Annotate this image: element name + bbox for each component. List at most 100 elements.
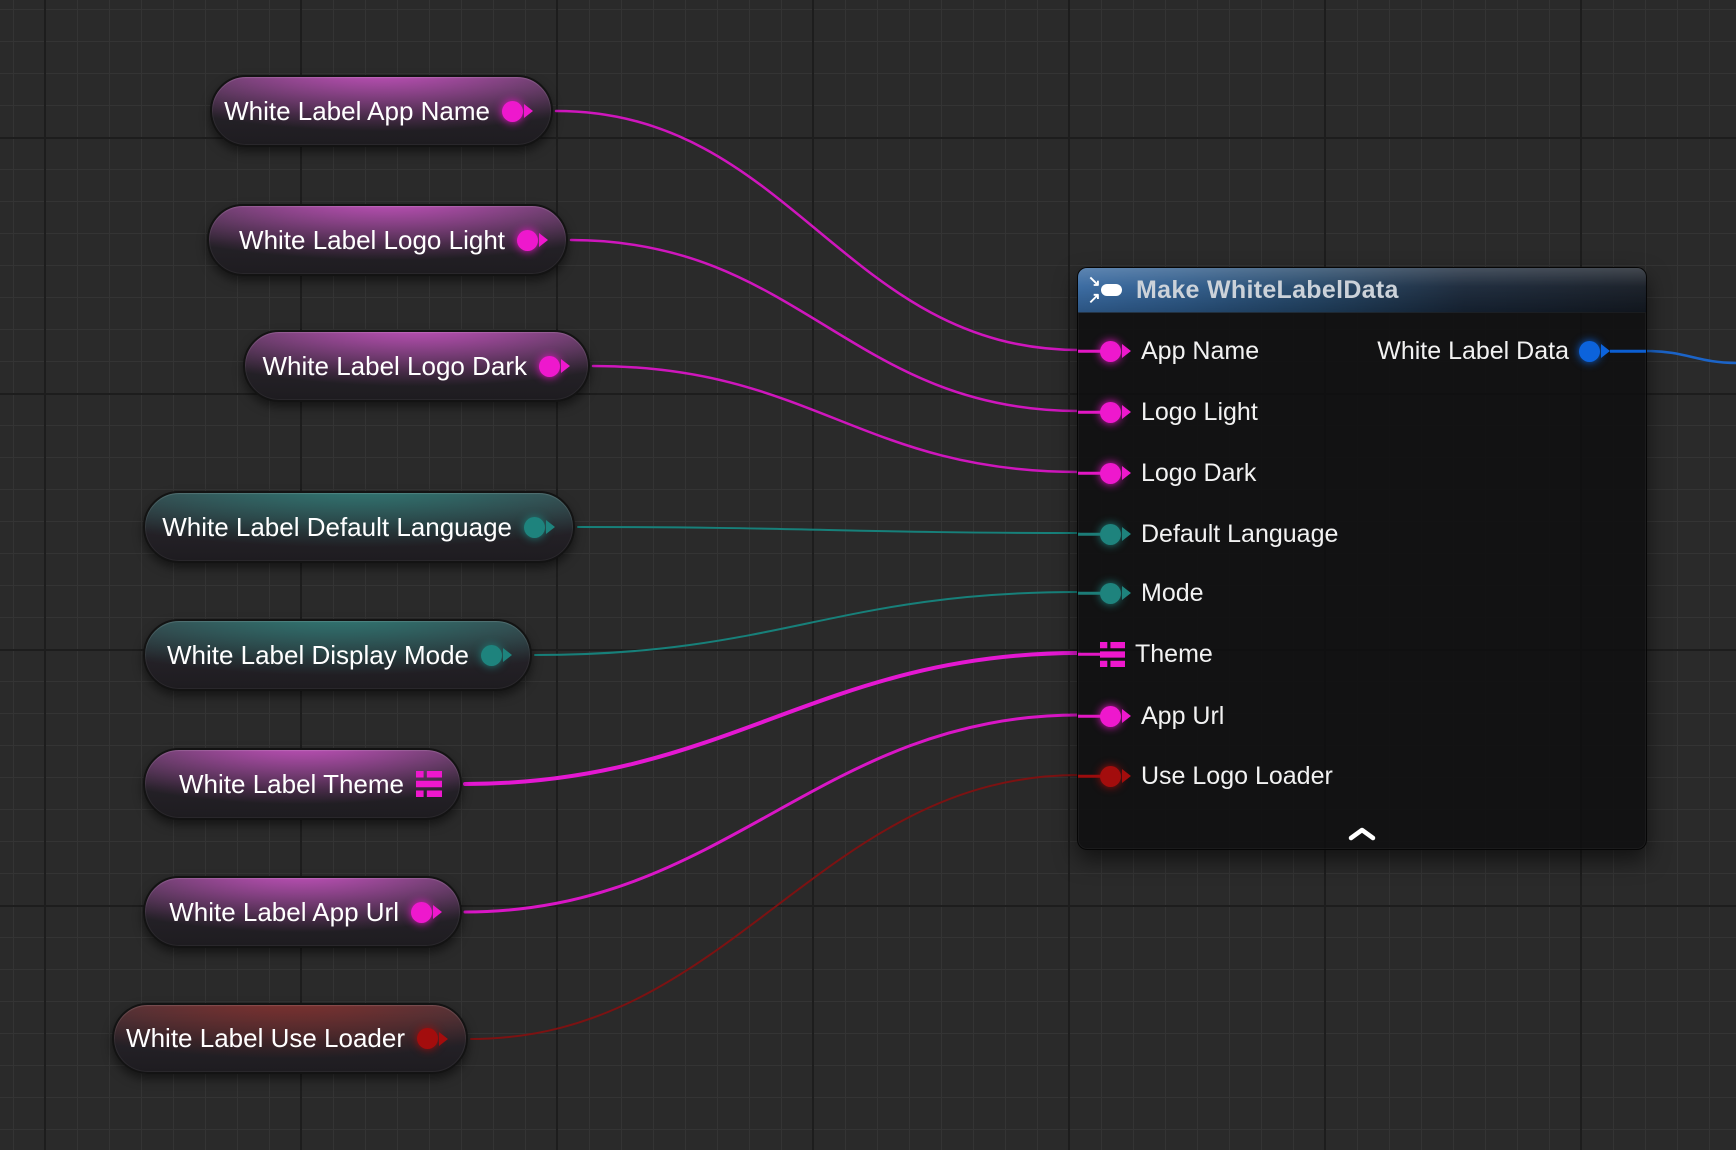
make-node-title: Make WhiteLabelData xyxy=(1136,276,1399,305)
pin-circle[interactable] xyxy=(539,356,560,377)
output-pin[interactable] xyxy=(502,101,533,122)
pin-circle[interactable] xyxy=(502,101,523,122)
pin-arrow xyxy=(439,1032,448,1046)
input-row-default-language: Default Language xyxy=(1078,517,1646,551)
input-pin-default-language[interactable] xyxy=(1100,524,1131,545)
pin-arrow xyxy=(539,233,548,247)
output-pin-white-label-data[interactable] xyxy=(1579,341,1610,362)
input-pin-label: App Url xyxy=(1141,702,1224,731)
wire-mode[interactable] xyxy=(535,592,1079,655)
pin-circle[interactable] xyxy=(1100,706,1121,727)
output-pin[interactable] xyxy=(524,517,555,538)
input-pin-app-url[interactable] xyxy=(1100,706,1131,727)
input-pin-logo-light[interactable] xyxy=(1100,402,1131,423)
wire-theme[interactable] xyxy=(465,653,1079,784)
input-pin-use-logo-loader[interactable] xyxy=(1100,766,1131,787)
output-pin[interactable] xyxy=(539,356,570,377)
pin-arrow xyxy=(1122,466,1131,480)
wire-stub xyxy=(1078,775,1102,778)
wire-stub xyxy=(1078,533,1102,536)
collapse-chevron-button[interactable] xyxy=(1344,825,1380,843)
wire-stub xyxy=(1610,350,1646,353)
pin-arrow xyxy=(503,648,512,662)
input-pin-logo-dark[interactable] xyxy=(1100,463,1131,484)
output-pin[interactable] xyxy=(517,230,548,251)
pin-circle[interactable] xyxy=(417,1028,438,1049)
getter-label: White Label App Name xyxy=(224,96,490,127)
output-pin[interactable] xyxy=(411,902,442,923)
struct-pin-icon[interactable] xyxy=(1100,642,1125,667)
input-pin-label: Logo Dark xyxy=(1141,459,1256,488)
wire-app-url[interactable] xyxy=(465,715,1079,912)
input-pin-mode[interactable] xyxy=(1100,583,1131,604)
getter-label: White Label Logo Dark xyxy=(263,351,527,382)
wire-app-name[interactable] xyxy=(556,111,1079,350)
output-pin[interactable] xyxy=(481,645,512,666)
getter-label: White Label Theme xyxy=(179,769,404,800)
pin-circle[interactable] xyxy=(1579,341,1600,362)
getter-node-white-label-display-mode[interactable]: White Label Display Mode xyxy=(143,619,532,691)
pin-arrow xyxy=(1122,709,1131,723)
pin-circle[interactable] xyxy=(524,517,545,538)
pin-circle[interactable] xyxy=(1100,583,1121,604)
wire-stub xyxy=(1078,592,1102,595)
getter-label: White Label Logo Light xyxy=(239,225,505,256)
input-row-mode: Mode xyxy=(1078,576,1646,610)
getter-label: White Label Display Mode xyxy=(167,640,469,671)
input-row-theme: Theme xyxy=(1078,637,1646,671)
getter-node-white-label-use-loader[interactable]: White Label Use Loader xyxy=(112,1003,468,1074)
getter-node-white-label-app-url[interactable]: White Label App Url xyxy=(143,876,462,948)
pin-arrow xyxy=(433,905,442,919)
pin-arrow xyxy=(1122,769,1131,783)
input-pin-label: Theme xyxy=(1135,640,1213,669)
pin-arrow xyxy=(561,359,570,373)
pin-circle[interactable] xyxy=(1100,766,1121,787)
pin-arrow xyxy=(1122,405,1131,419)
pin-arrow xyxy=(1122,586,1131,600)
pin-arrow xyxy=(524,104,533,118)
getter-node-white-label-theme[interactable]: White Label Theme xyxy=(143,748,462,820)
make-whitelabeldata-node[interactable]: ↘ ↗ Make WhiteLabelData App NameLogo Lig… xyxy=(1077,267,1647,850)
input-row-use-logo-loader: Use Logo Loader xyxy=(1078,759,1646,793)
getter-node-white-label-logo-dark[interactable]: White Label Logo Dark xyxy=(243,330,590,402)
wire-stub xyxy=(1078,653,1102,656)
chevron-up-icon xyxy=(1346,826,1378,842)
make-node-header[interactable]: ↘ ↗ Make WhiteLabelData xyxy=(1078,268,1646,313)
input-pin-label: Logo Light xyxy=(1141,398,1258,427)
blueprint-canvas[interactable]: ↘ ↗ Make WhiteLabelData App NameLogo Lig… xyxy=(0,0,1736,1150)
wire-logo-light[interactable] xyxy=(571,240,1079,411)
make-struct-icon: ↘ ↗ xyxy=(1088,274,1126,306)
wire-default-language[interactable] xyxy=(578,527,1079,533)
input-row-app-url: App Url xyxy=(1078,699,1646,733)
input-row-logo-dark: Logo Dark xyxy=(1078,456,1646,490)
getter-node-white-label-logo-light[interactable]: White Label Logo Light xyxy=(207,204,568,276)
pin-arrow xyxy=(1122,527,1131,541)
output-row-white-label-data: White Label Data xyxy=(1078,334,1646,368)
input-pin-label: Mode xyxy=(1141,579,1204,608)
pin-circle[interactable] xyxy=(1100,463,1121,484)
input-pin-label: Default Language xyxy=(1141,520,1338,549)
getter-label: White Label Default Language xyxy=(162,512,512,543)
wire-stub xyxy=(1078,715,1102,718)
getter-node-white-label-default-language[interactable]: White Label Default Language xyxy=(143,491,575,563)
pin-arrow xyxy=(546,520,555,534)
wire-use-logo-loader[interactable] xyxy=(471,775,1079,1039)
output-pin[interactable] xyxy=(417,1028,448,1049)
wire-white-label-data-out[interactable] xyxy=(1646,351,1736,363)
pin-circle[interactable] xyxy=(1100,402,1121,423)
pin-circle[interactable] xyxy=(411,902,432,923)
wire-stub xyxy=(1078,472,1102,475)
getter-label: White Label App Url xyxy=(169,897,399,928)
pin-circle[interactable] xyxy=(481,645,502,666)
input-row-logo-light: Logo Light xyxy=(1078,395,1646,429)
wire-stub xyxy=(1078,411,1102,414)
pin-circle[interactable] xyxy=(1100,524,1121,545)
input-pin-label: Use Logo Loader xyxy=(1141,762,1333,791)
pin-circle[interactable] xyxy=(517,230,538,251)
getter-node-white-label-app-name[interactable]: White Label App Name xyxy=(210,75,553,147)
pin-arrow xyxy=(1601,344,1610,358)
struct-pin-icon[interactable] xyxy=(416,771,442,797)
getter-label: White Label Use Loader xyxy=(126,1023,405,1054)
output-pin-label: White Label Data xyxy=(1377,337,1569,366)
wire-logo-dark[interactable] xyxy=(593,366,1079,472)
